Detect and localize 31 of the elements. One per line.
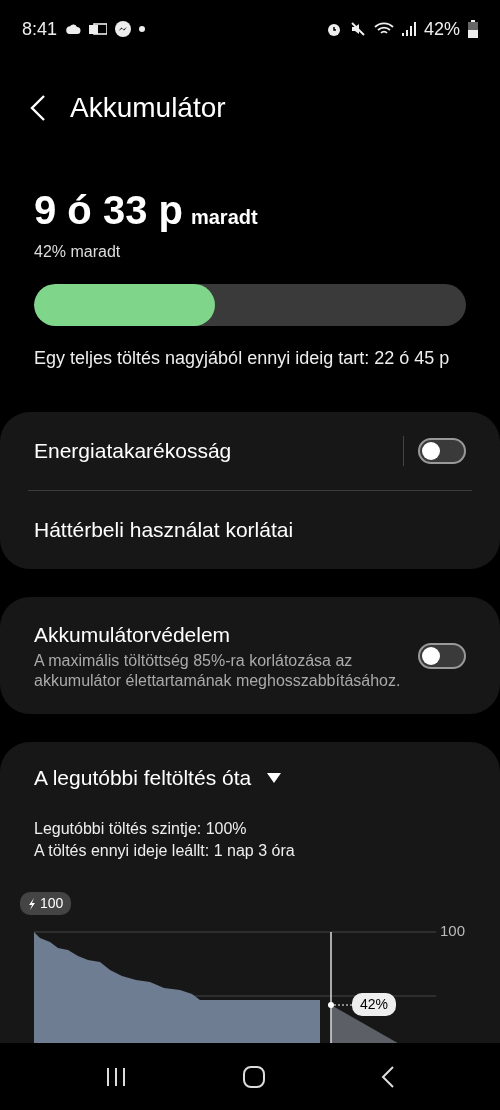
recents-icon[interactable]	[105, 1065, 128, 1088]
remaining-time: 9 ó 33 p	[34, 187, 183, 234]
section-title[interactable]: A legutóbbi feltöltés óta	[20, 762, 252, 794]
bolt-icon	[28, 897, 36, 910]
dot-icon	[139, 26, 146, 32]
setting-label[interactable]: Akkumulátorvédelem	[34, 619, 402, 651]
badge-text: 100	[40, 894, 64, 914]
page-title: Akkumulátor	[70, 91, 226, 125]
setting-label[interactable]: Energiatakarékosság	[34, 435, 232, 467]
info-text: A töltés ennyi ideje leállt: 1 nap 3 óra	[33, 841, 296, 861]
dropdown-icon[interactable]	[267, 772, 282, 783]
setting-description: A maximális töltöttség 85%-ra korlátozása az akkumulátor élettartamának meghosszabbításához.	[34, 650, 402, 692]
full-charge-text: Egy teljes töltés nagyjából ennyi ideig tart: 22 ó 45 p	[34, 347, 451, 370]
axis-label: 100	[440, 921, 466, 942]
status-time: 8:41	[22, 17, 58, 41]
remaining-label: maradt	[190, 205, 258, 230]
battery-percent: 42%	[423, 17, 460, 41]
toggle-switch[interactable]	[418, 438, 466, 464]
value-label: 42%	[352, 993, 397, 1017]
setting-label[interactable]: Háttérbeli használat korlátai	[34, 514, 294, 546]
cloud-icon	[65, 23, 82, 35]
mute-icon	[349, 21, 366, 37]
back-icon[interactable]	[380, 1064, 395, 1089]
messenger-icon	[115, 21, 132, 37]
battery-icon	[468, 20, 478, 38]
percent-text: 42% maradt	[34, 242, 122, 262]
info-text: Legutóbbi töltés szintje: 100%	[33, 818, 248, 839]
alarm-icon	[325, 21, 342, 37]
home-icon[interactable]	[242, 1064, 266, 1089]
toggle-switch[interactable]	[418, 642, 466, 669]
signal-icon	[401, 22, 416, 36]
